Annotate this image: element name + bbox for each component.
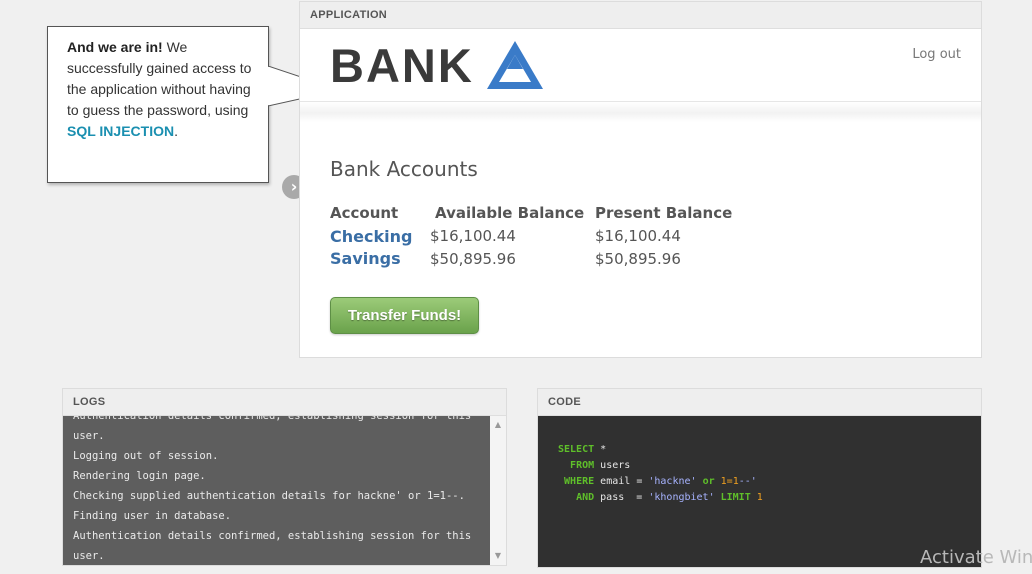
checking-available-balance: $16,100.44 [430, 227, 516, 245]
sql-keyword: WHERE [564, 476, 595, 487]
logs-output[interactable]: Authentication details confirmed, establ… [63, 416, 490, 565]
header-divider [300, 101, 981, 122]
activate-windows-watermark: Activate Win [920, 547, 1032, 568]
sql-keyword: FROM [570, 460, 595, 471]
logs-panel: LOGS Authentication details confirmed, e… [62, 388, 507, 566]
sql-string: 'hackne' [648, 476, 697, 487]
callout-bold-text: And we are in! [67, 39, 163, 55]
sql-operator: = [636, 476, 643, 487]
log-line: user. [73, 550, 105, 562]
sql-keyword: AND [576, 492, 595, 503]
application-panel-header: APPLICATION [300, 2, 981, 29]
sql-string: --' [738, 476, 757, 487]
transfer-funds-button[interactable]: Transfer Funds! [330, 297, 479, 334]
log-line: Rendering login page. [73, 470, 206, 482]
sql-select-value: * [600, 444, 607, 455]
bank-accounts-title: Bank Accounts [330, 157, 478, 181]
sql-number: 1 [756, 492, 763, 503]
sql-operator: = [636, 492, 643, 503]
application-panel: APPLICATION BANK Log out Bank Accounts A… [299, 1, 982, 358]
logs-scrollbar[interactable]: ▲ ▼ [490, 416, 506, 565]
sql-table-name: users [600, 460, 631, 471]
code-panel: CODE SELECT * FROM users WHERE email = '… [537, 388, 982, 568]
log-line: user. [73, 430, 105, 442]
callout-text: And we are in! We successfully gained ac… [67, 37, 263, 142]
sql-keyword: or [702, 476, 715, 487]
sql-code-block: SELECT * FROM users WHERE email = 'hackn… [538, 416, 981, 567]
log-line: Authentication details confirmed, establ… [73, 416, 472, 422]
logout-link[interactable]: Log out [912, 47, 961, 62]
column-header-account: Account [330, 204, 399, 222]
sql-number: 1=1 [720, 476, 739, 487]
bank-logo-text: BANK [330, 39, 474, 92]
sql-injection-highlight: SQL INJECTION [67, 123, 175, 139]
sql-keyword: LIMIT [720, 492, 751, 503]
log-line: Checking supplied authentication details… [73, 490, 465, 502]
checking-present-balance: $16,100.44 [595, 227, 681, 245]
log-line: Finding user in database. [73, 510, 232, 522]
code-panel-header: CODE [538, 389, 981, 416]
account-link-checking[interactable]: Checking [330, 227, 412, 246]
tutorial-callout: And we are in! We successfully gained ac… [47, 26, 306, 199]
sql-string: 'khongbiet' [648, 492, 715, 503]
sql-column: email [600, 476, 631, 487]
savings-available-balance: $50,895.96 [430, 250, 516, 268]
account-link-savings[interactable]: Savings [330, 249, 401, 268]
sql-keyword: SELECT [558, 444, 595, 455]
log-line: Logging out of session. [73, 450, 219, 462]
log-line: Authentication details confirmed, establ… [73, 530, 472, 542]
sql-query: SELECT * FROM users WHERE email = 'hackn… [558, 442, 763, 506]
column-header-present-balance: Present Balance [595, 204, 733, 222]
bank-logo-icon [487, 41, 543, 89]
callout-period: . [174, 123, 178, 139]
scroll-up-arrow-icon[interactable]: ▲ [490, 418, 506, 432]
logs-panel-header: LOGS [63, 389, 506, 416]
savings-present-balance: $50,895.96 [595, 250, 681, 268]
sql-column: pass [600, 492, 625, 503]
column-header-available-balance: Available Balance [435, 204, 585, 222]
scroll-down-arrow-icon[interactable]: ▼ [490, 549, 506, 563]
